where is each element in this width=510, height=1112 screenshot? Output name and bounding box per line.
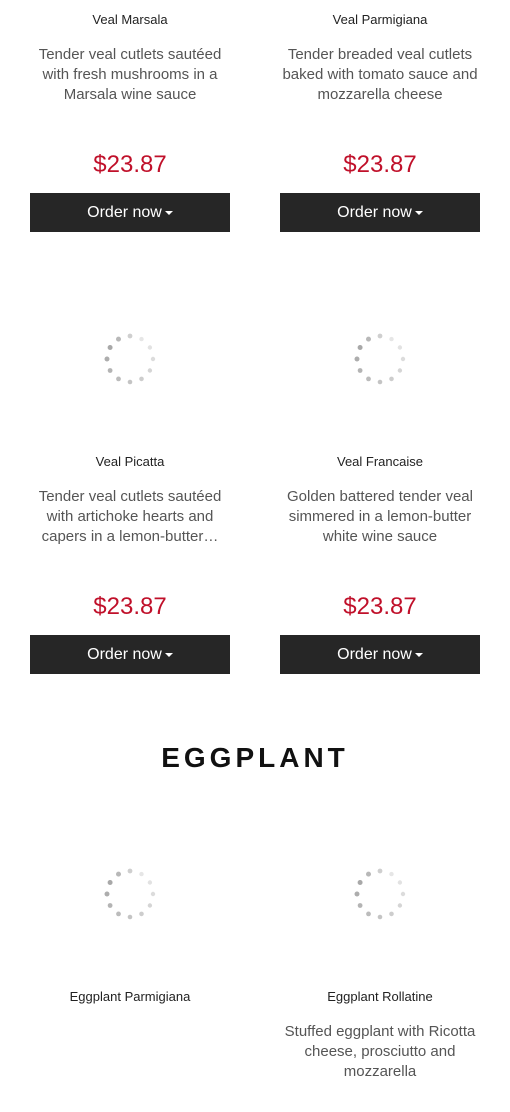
- caret-down-icon: [164, 210, 173, 215]
- caret-down-icon: [164, 652, 173, 657]
- caret-down-icon: [414, 652, 423, 657]
- menu-page: Veal Marsala Tender veal cutlets sautéed…: [0, 0, 510, 1112]
- menu-item-veal-picatta-price-block: $23.87: [30, 592, 230, 622]
- order-now-label: Order now: [87, 645, 162, 663]
- menu-item-veal-parmigiana-price-block: $23.87: [280, 150, 480, 180]
- order-now-button[interactable]: Order now: [30, 635, 230, 674]
- item-description: Tender veal cutlets sautéed with articho…: [38, 488, 222, 545]
- item-description: Stuffed eggplant with Ricotta cheese, pr…: [284, 1023, 476, 1080]
- item-description: Golden battered tender veal simmered in …: [287, 488, 473, 545]
- menu-item-veal-marsala-price-block: $23.87: [30, 150, 230, 180]
- menu-item-veal-parmigiana-order: Order now: [280, 193, 480, 232]
- order-now-label: Order now: [337, 645, 412, 663]
- loading-spinner-icon: [104, 333, 156, 385]
- item-name: Eggplant Parmigiana: [69, 989, 191, 1004]
- menu-item-veal-francaise-order: Order now: [280, 635, 480, 674]
- order-now-label: Order now: [87, 203, 162, 221]
- item-description: Tender veal cutlets sautéed with fresh m…: [38, 46, 222, 103]
- menu-item-eggplant-rollatine: Eggplant Rollatine Stuffed eggplant with…: [280, 989, 480, 1082]
- item-description: [30, 1022, 230, 1082]
- section-title-eggplant: EGGPLANT: [161, 742, 349, 773]
- menu-item-veal-picatta-order: Order now: [30, 635, 230, 674]
- item-price: $23.87: [93, 151, 167, 178]
- order-now-button[interactable]: Order now: [30, 193, 230, 232]
- menu-item-veal-francaise: Veal Francaise Golden battered tender ve…: [280, 454, 480, 547]
- menu-item-veal-marsala: Veal Marsala Tender veal cutlets sautéed…: [30, 12, 230, 105]
- item-description: Tender breaded veal cutlets baked with t…: [282, 46, 478, 103]
- order-now-button[interactable]: Order now: [280, 635, 480, 674]
- menu-item-eggplant-parmigiana: Eggplant Parmigiana: [30, 989, 230, 1082]
- loading-spinner-icon: [354, 333, 406, 385]
- menu-item-veal-parmigiana: Veal Parmigiana Tender breaded veal cutl…: [280, 12, 480, 105]
- menu-item-veal-picatta: Veal Picatta Tender veal cutlets sautéed…: [30, 454, 230, 547]
- loading-spinner-icon: [104, 868, 156, 920]
- item-name: Veal Francaise: [337, 454, 423, 469]
- item-name: Eggplant Rollatine: [327, 989, 433, 1004]
- item-price: $23.87: [93, 593, 167, 620]
- caret-down-icon: [414, 210, 423, 215]
- menu-item-veal-marsala-order: Order now: [30, 193, 230, 232]
- item-name: Veal Marsala: [92, 12, 168, 27]
- order-now-button[interactable]: Order now: [280, 193, 480, 232]
- loading-spinner-icon: [354, 868, 406, 920]
- item-price: $23.87: [343, 151, 417, 178]
- item-price: $23.87: [343, 593, 417, 620]
- menu-item-veal-francaise-price-block: $23.87: [280, 592, 480, 622]
- item-name: Veal Picatta: [95, 454, 165, 469]
- order-now-label: Order now: [337, 203, 412, 221]
- item-name: Veal Parmigiana: [332, 12, 428, 27]
